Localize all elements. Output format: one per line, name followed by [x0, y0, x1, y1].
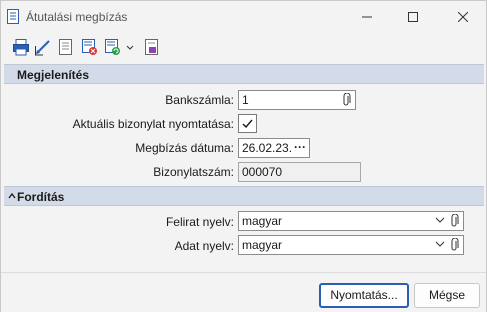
- display-section: Bankszámla: 1 Aktuális bizonylat nyomtat…: [4, 85, 484, 185]
- chevron-down-icon: [435, 241, 445, 247]
- dropdown-chevron-icon[interactable]: [125, 38, 135, 56]
- translation-section: Felirat nyelv: magyar Adat nyelv: magyar: [4, 207, 484, 269]
- order-date-value: 26.02.23.: [242, 141, 293, 155]
- order-date-field[interactable]: 26.02.23. ···: [238, 138, 310, 158]
- maximize-button[interactable]: [390, 1, 436, 33]
- section-title: Fordítás: [17, 190, 65, 204]
- doc-list-icon[interactable]: [57, 38, 75, 56]
- toolbar: [1, 35, 486, 61]
- caption-lang-select[interactable]: magyar: [238, 211, 464, 231]
- chevron-down-icon: [435, 217, 445, 223]
- paperclip-icon[interactable]: [342, 93, 352, 107]
- order-date-label: Megbízás dátuma:: [135, 141, 234, 155]
- ellipsis-icon[interactable]: ···: [294, 140, 306, 154]
- section-title: Megjelenítés: [17, 68, 90, 82]
- doc-settings-icon[interactable]: [143, 38, 161, 56]
- minimize-icon: [362, 16, 372, 18]
- doc-delete-icon[interactable]: [80, 38, 98, 56]
- maximize-icon: [408, 12, 418, 22]
- close-button[interactable]: [440, 1, 486, 33]
- paperclip-icon[interactable]: [450, 214, 460, 228]
- print-current-label: Aktuális bizonylat nyomtatása:: [72, 117, 234, 131]
- doc-number-label: Bizonylatszám:: [153, 165, 234, 179]
- caption-lang-label: Felirat nyelv:: [165, 215, 234, 229]
- bank-account-label: Bankszámla:: [165, 93, 234, 107]
- dialog-window: Átutalási megbízás Megjelenítés Bankszám…: [0, 0, 487, 312]
- bank-account-value: 1: [242, 93, 249, 107]
- caption-lang-value: magyar: [242, 214, 283, 228]
- data-lang-value: magyar: [242, 238, 283, 252]
- close-icon: [458, 12, 468, 22]
- print-current-checkbox[interactable]: [238, 114, 257, 133]
- doc-refresh-icon[interactable]: [103, 38, 121, 56]
- print-icon[interactable]: [12, 38, 30, 56]
- window-title: Átutalási megbízás: [26, 10, 128, 24]
- chevron-up-icon: [8, 192, 16, 199]
- doc-number-value: 000070: [242, 165, 283, 179]
- paperclip-icon[interactable]: [450, 238, 460, 252]
- print-button[interactable]: Nyomtatás...: [319, 283, 409, 308]
- doc-number-field: 000070: [238, 162, 361, 182]
- cancel-button[interactable]: Mégse: [414, 283, 480, 308]
- data-lang-select[interactable]: magyar: [238, 235, 464, 255]
- edit-icon[interactable]: [34, 38, 52, 56]
- document-icon: [7, 9, 19, 24]
- data-lang-label: Adat nyelv:: [174, 239, 234, 253]
- footer: Nyomtatás... Mégse: [1, 272, 486, 312]
- title-bar: Átutalási megbízás: [1, 1, 486, 33]
- check-icon: [242, 119, 253, 129]
- section-header-translation[interactable]: Fordítás: [4, 186, 484, 206]
- minimize-button[interactable]: [344, 1, 390, 33]
- bank-account-field[interactable]: 1: [238, 90, 356, 110]
- section-header-display[interactable]: Megjelenítés: [4, 64, 484, 84]
